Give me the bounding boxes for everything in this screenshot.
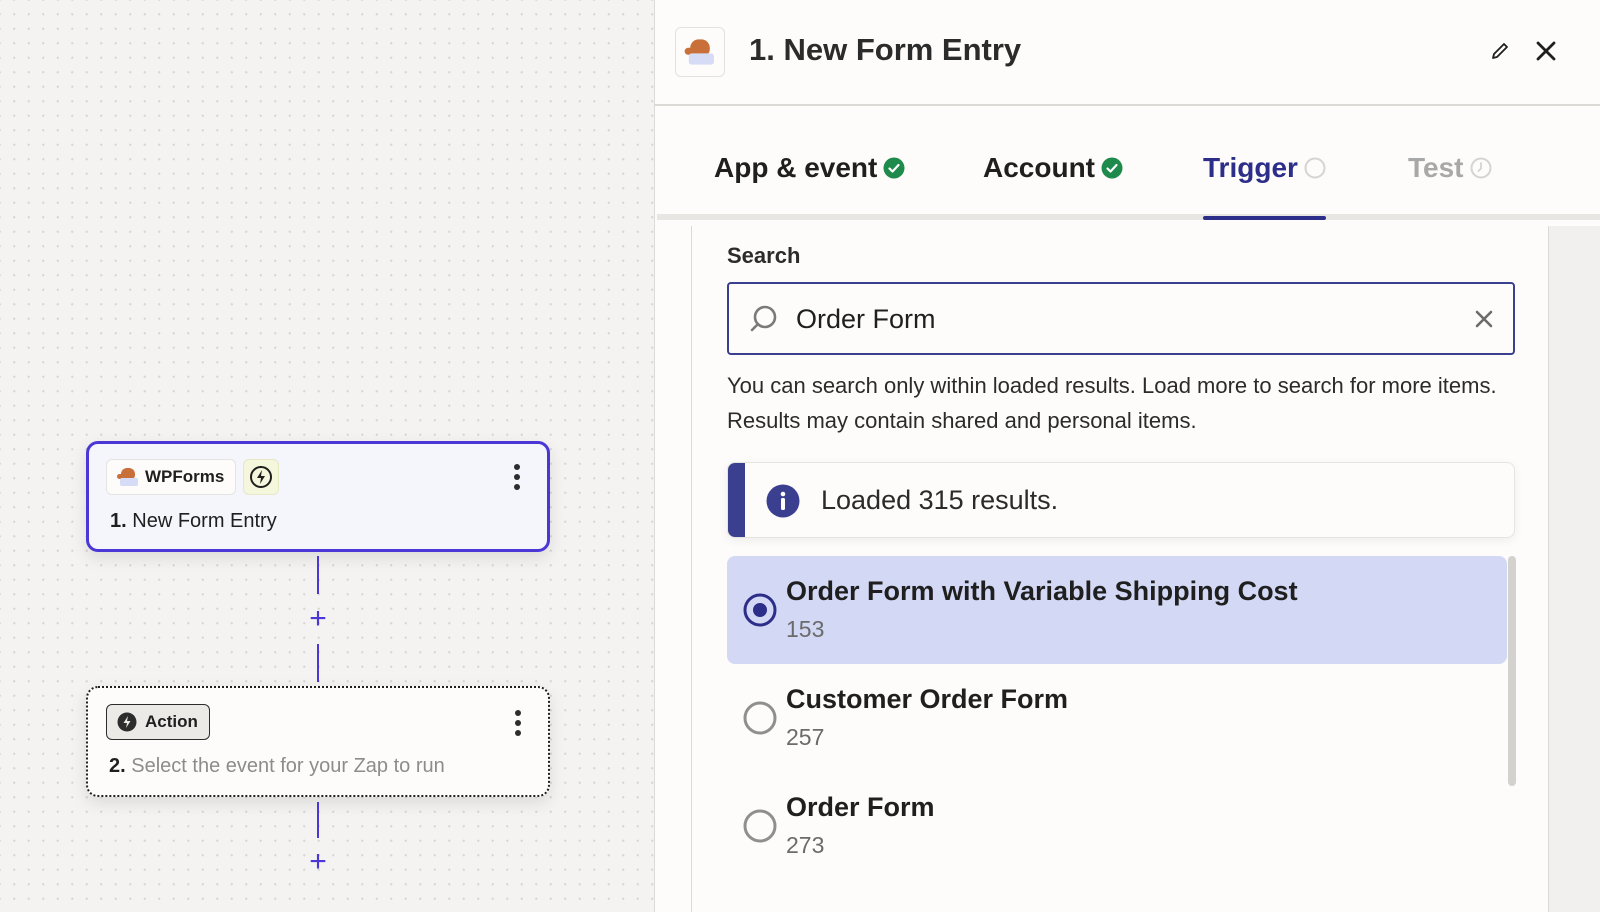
option-label: Order Form (786, 792, 935, 822)
action-step-card[interactable]: Action 2. Select the event for your Zap … (86, 686, 550, 797)
form-option[interactable]: Customer Order Form 257 (727, 664, 1507, 772)
lightning-icon (250, 466, 272, 488)
clear-search-icon[interactable] (1469, 304, 1499, 334)
option-label: Customer Order Form (786, 684, 1069, 714)
action-step-menu-button[interactable] (514, 710, 522, 736)
search-input[interactable] (796, 298, 1436, 340)
search-help-text: You can search only within loaded result… (727, 373, 1497, 433)
step-title: New Form Entry (132, 510, 277, 532)
active-tab-indicator (1203, 216, 1326, 220)
check-circle-icon (883, 157, 905, 179)
connector-line (317, 644, 319, 682)
wpforms-mascot-icon (117, 468, 139, 486)
tab-label: Account (983, 152, 1095, 183)
wpforms-mascot-icon (684, 39, 716, 65)
alert-accent-bar (728, 463, 745, 537)
tab-account[interactable]: Account (983, 150, 1123, 186)
tab-label: App & event (714, 152, 878, 183)
step-number: 1. (110, 510, 127, 532)
option-id: 273 (786, 832, 825, 858)
close-panel-button[interactable] (1531, 36, 1561, 66)
panel-gutter (1549, 226, 1600, 912)
step-number: 2. (109, 755, 126, 777)
app-icon (675, 27, 725, 77)
app-chip: WPForms (106, 459, 236, 495)
panel-title: 1. New Form Entry (749, 32, 1022, 67)
action-chip-label: Action (145, 712, 198, 731)
trigger-step-title: 1. New Form Entry (110, 510, 277, 533)
option-id: 153 (786, 616, 825, 642)
step-tabs: App & event Account Trigger Test (657, 106, 1600, 220)
alert-text: Loaded 315 results. (821, 485, 1059, 515)
info-icon (766, 484, 800, 518)
tab-label: Test (1408, 152, 1464, 183)
form-option[interactable]: Order Form with Variable Shipping Cost 1… (727, 556, 1507, 664)
action-step-title: 2. Select the event for your Zap to run (109, 755, 445, 778)
add-step-button[interactable]: + (305, 604, 331, 634)
clock-icon (1470, 157, 1491, 179)
connector-line (317, 802, 319, 838)
radio-unselected-icon[interactable] (743, 701, 777, 735)
pencil-icon (1492, 43, 1508, 59)
trigger-config-content: Search You can search only within loaded… (691, 226, 1549, 912)
empty-circle-icon (1304, 157, 1326, 179)
step-placeholder: Select the event for your Zap to run (131, 755, 445, 777)
tab-app-event[interactable]: App & event (714, 150, 905, 186)
check-circle-icon (1101, 157, 1123, 179)
tab-test[interactable]: Test (1408, 150, 1492, 186)
step-editor-panel: 1. New Form Entry App & event Account Tr… (654, 0, 1600, 912)
tab-label: Trigger (1203, 152, 1298, 183)
trigger-step-menu-button[interactable] (513, 464, 521, 490)
rename-step-button[interactable] (1485, 36, 1515, 66)
tab-trigger[interactable]: Trigger (1203, 150, 1326, 186)
trigger-type-chip (243, 459, 279, 495)
panel-header: 1. New Form Entry (655, 0, 1600, 106)
radio-unselected-icon[interactable] (743, 809, 777, 843)
options-scrollbar[interactable] (1508, 556, 1516, 786)
close-icon (1536, 41, 1556, 61)
add-step-button[interactable]: + (305, 847, 331, 877)
trigger-step-card[interactable]: WPForms 1. New Form Entry (86, 441, 550, 552)
search-icon (750, 305, 777, 332)
zap-canvas: WPForms 1. New Form Entry + Action 2. Se… (0, 0, 654, 912)
search-field[interactable] (727, 282, 1515, 355)
action-chip: Action (106, 704, 210, 740)
option-label: Order Form with Variable Shipping Cost (786, 576, 1298, 606)
lightning-icon (117, 712, 137, 732)
search-label: Search (727, 243, 801, 268)
results-info-alert: Loaded 315 results. (727, 462, 1515, 538)
connector-line (317, 556, 319, 594)
form-option[interactable]: Order Form 273 (727, 772, 1507, 880)
radio-selected-icon[interactable] (743, 593, 777, 627)
app-name: WPForms (145, 467, 225, 486)
option-id: 257 (786, 724, 825, 750)
